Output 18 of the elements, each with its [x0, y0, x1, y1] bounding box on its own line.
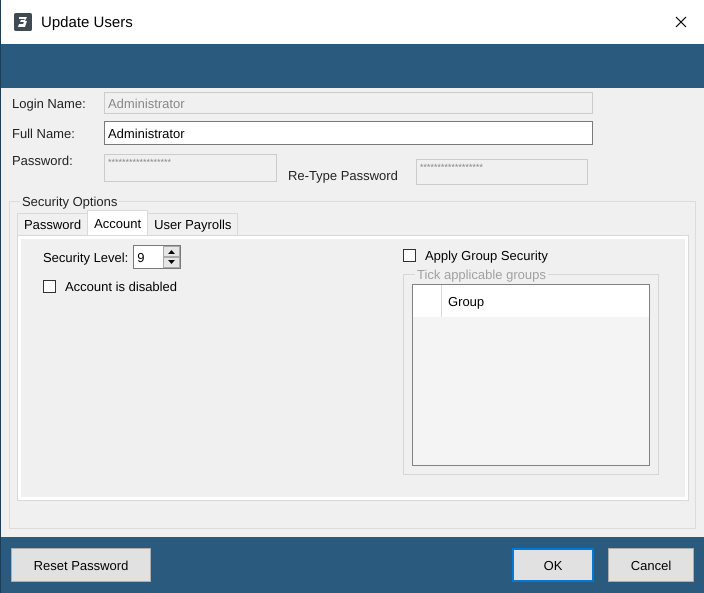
dialog-button[interactable]: OK	[512, 548, 594, 582]
group-title: Security Options	[21, 194, 118, 209]
field-label: Security Level:	[43, 250, 128, 264]
tab[interactable]: Account	[87, 210, 148, 235]
field-label: Password:	[12, 153, 74, 168]
field-label: Full Name:	[12, 126, 76, 140]
field-label: Re-Type Password	[288, 168, 398, 183]
apply-group-security-checkbox[interactable]: Apply Group Security	[403, 245, 659, 265]
app-logo-icon	[13, 12, 33, 32]
tab[interactable]: User Payrolls	[147, 213, 238, 235]
tab[interactable]: Password	[17, 213, 88, 235]
window-title: Update Users	[41, 14, 134, 30]
full-name-field[interactable]: Administrator	[104, 121, 593, 145]
group-title: Tick applicable groups	[416, 267, 547, 282]
field-label: Login Name:	[12, 96, 87, 110]
security-level-spinner[interactable]: 9	[133, 245, 182, 269]
dialog-button[interactable]: Cancel	[608, 548, 694, 582]
dialog-button[interactable]: Reset Password	[11, 548, 151, 582]
